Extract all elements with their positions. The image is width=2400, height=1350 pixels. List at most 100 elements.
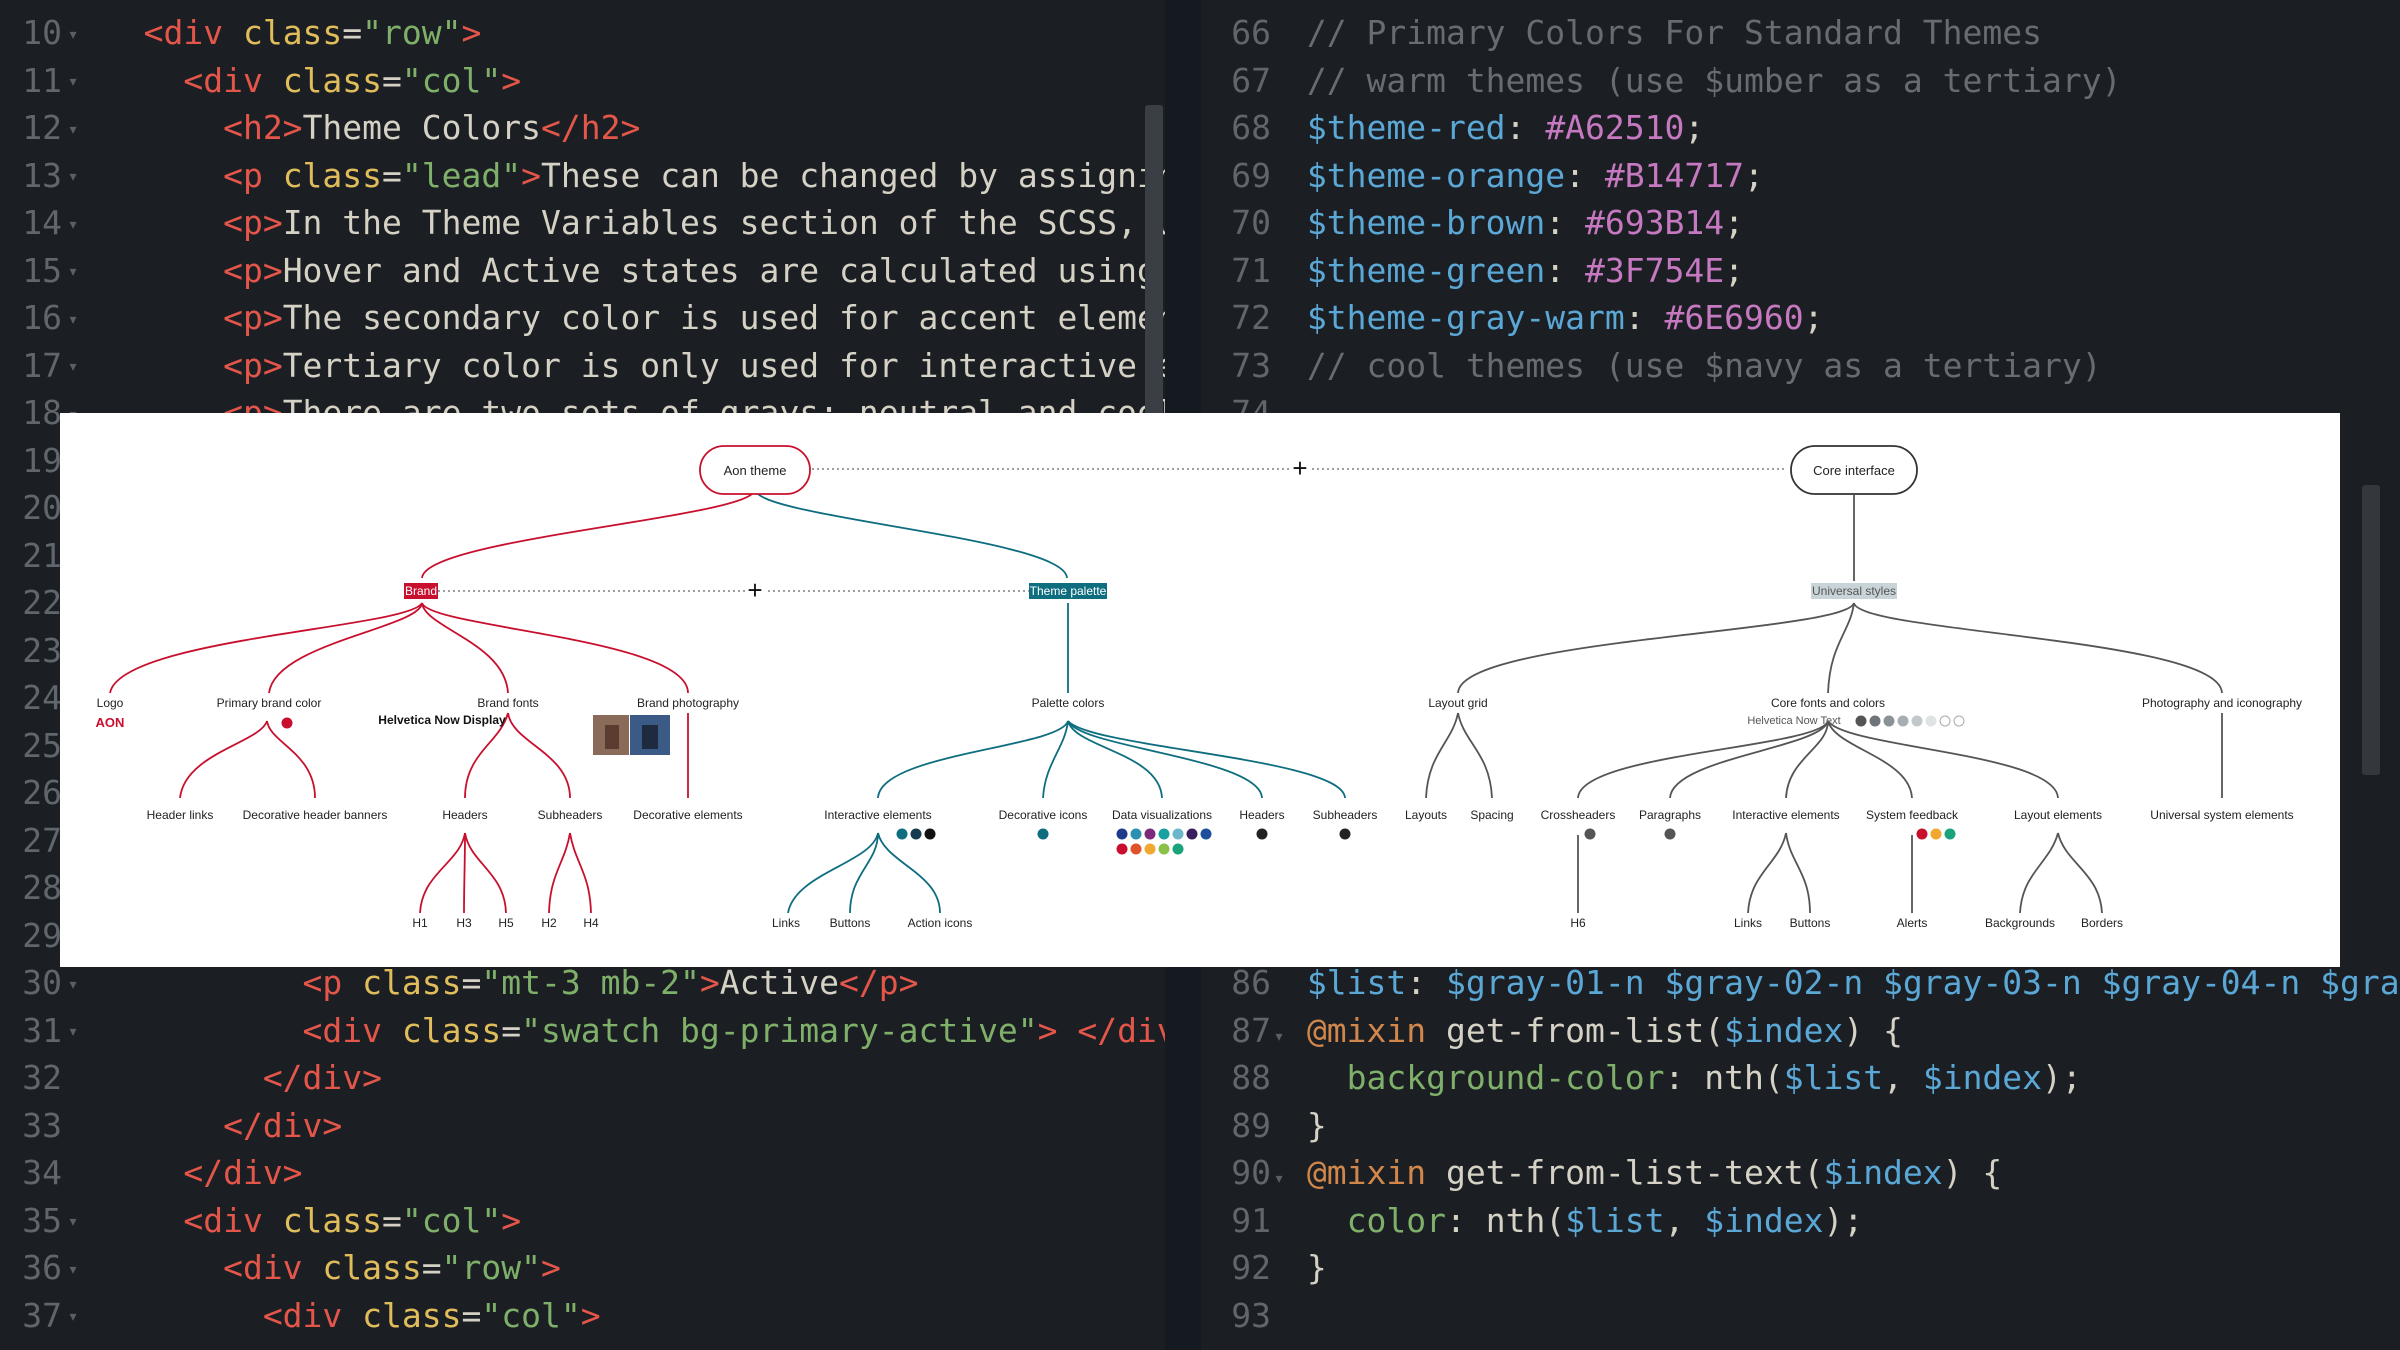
line-number: 92 <box>1231 1248 1271 1287</box>
code-token: ; <box>1743 155 1764 195</box>
helvetica-display-sample: Helvetica Now Display <box>378 713 506 727</box>
fold-arrow-icon[interactable]: ▾ <box>62 106 84 154</box>
code-line[interactable]: 73 // cool themes (use $navy as a tertia… <box>1201 342 2101 390</box>
fold-arrow-icon[interactable]: ▾ <box>62 1198 84 1246</box>
code-line[interactable]: 16 ▾ <p>The secondary color is used for a… <box>0 294 1165 342</box>
fold-arrow-icon[interactable]: ▾ <box>62 1246 84 1294</box>
core-buttons-label: Buttons <box>1790 916 1831 930</box>
code-token: : <box>1565 155 1605 195</box>
fold-arrow-icon[interactable]: ▾ <box>62 153 84 201</box>
decorative-elements-label: Decorative elements <box>633 808 742 822</box>
core-interactive-label: Interactive elements <box>1732 808 1839 822</box>
fold-arrow-icon[interactable]: ▾ <box>62 248 84 296</box>
fold-arrow-icon[interactable]: ▾ <box>62 1293 84 1341</box>
code-line[interactable]: 88 background-color: nth($list, $index); <box>1201 1054 2082 1102</box>
fold-arrow-icon[interactable]: ▾ <box>1271 1013 1287 1061</box>
code-line[interactable]: 32 </div> <box>0 1054 382 1102</box>
fold-arrow-icon[interactable]: ▾ <box>62 58 84 106</box>
code-line[interactable]: 87 ▾ @mixin get-from-list($index) { <box>1201 1007 1903 1055</box>
fold-arrow-icon[interactable]: ▾ <box>1271 1155 1287 1203</box>
fold-arrow-icon[interactable]: ▾ <box>62 11 84 59</box>
brand-fonts-label: Brand fonts <box>477 696 538 710</box>
code-line[interactable]: 71 $theme-green: #3F754E; <box>1201 247 1744 295</box>
line-number: 71 <box>1231 250 1271 290</box>
code-line[interactable]: 12 ▾ <h2>Theme Colors</h2> <box>0 104 640 152</box>
line-number: 27 <box>22 820 62 860</box>
code-line[interactable]: 69 $theme-orange: #B14717; <box>1201 152 1764 200</box>
brand-photography-label: Brand photography <box>637 696 739 710</box>
code-token: // Primary Colors For Standard Themes <box>1306 13 2042 52</box>
line-number: 23 <box>22 630 62 670</box>
code-line[interactable]: 89 } <box>1201 1102 1327 1150</box>
code-line[interactable]: 92 } <box>1201 1244 1327 1292</box>
system-feedback-label: System feedback <box>1866 808 1959 822</box>
code-token: "row" <box>362 13 462 52</box>
fold-arrow-icon[interactable]: ▾ <box>62 201 84 249</box>
code-token: </div> <box>262 1058 383 1097</box>
code-line[interactable]: 91 color: nth($list, $index); <box>1201 1197 1863 1245</box>
code-line[interactable]: 11 ▾ <div class="col"> <box>0 57 521 105</box>
layout-elements-label: Layout elements <box>2014 808 2102 822</box>
code-line[interactable]: 93 <box>1201 1292 1307 1340</box>
palette-links-label: Links <box>772 916 800 930</box>
data-viz-label: Data visualizations <box>1112 808 1212 822</box>
line-number: 87 <box>1231 1010 1271 1050</box>
code-line[interactable]: 17 ▾ <p>Tertiary color is only used for i… <box>0 342 1165 390</box>
decorative-icons-label: Decorative icons <box>999 808 1088 822</box>
code-line[interactable]: 72 $theme-gray-warm: #6E6960; <box>1201 294 1823 342</box>
theme-structure-diagram: + + Aon theme Core interface Brand Theme… <box>60 413 2340 967</box>
line-number: 25 <box>22 725 62 765</box>
code-line[interactable]: 70 $theme-brown: #693B14; <box>1201 199 1744 247</box>
code-token: </h2> <box>540 108 641 147</box>
primary-brand-color-label: Primary brand color <box>217 696 322 710</box>
line-number: 14 <box>22 203 62 242</box>
code-line[interactable]: 13 ▾ <p class="lead">These can be changed… <box>0 152 1165 200</box>
code-token: <div <box>262 1295 363 1335</box>
helvetica-text-sample: Helvetica Now Text <box>1747 715 1840 727</box>
code-token: These can be changed by assigning <box>541 155 1165 195</box>
code-token: #693B14 <box>1585 203 1725 242</box>
left-scrollbar[interactable] <box>1145 105 1163 415</box>
code-line[interactable]: 36 ▾ <div class="row"> <box>0 1244 561 1292</box>
code-line[interactable]: 35 ▾ <div class="col"> <box>0 1197 521 1245</box>
code-token: Theme Colors <box>302 108 541 147</box>
theme-palette-label: Theme palette <box>1030 584 1107 598</box>
fold-arrow-icon <box>1271 158 1287 206</box>
code-line[interactable]: 37 ▾ <div class="col"> <box>0 1292 600 1341</box>
code-line[interactable]: 33 </div> <box>0 1102 342 1150</box>
fold-arrow-icon[interactable]: ▾ <box>62 1008 84 1056</box>
code-line[interactable]: 15 ▾ <p>Hover and Active states are calcu… <box>0 247 1165 295</box>
code-token: > <box>699 963 720 1002</box>
code-line[interactable]: 31 ▾ <div class="swatch bg-primary-active… <box>0 1007 1165 1055</box>
code-token: @mixin <box>1306 1010 1446 1050</box>
code-line[interactable]: 68 $theme-red: #A62510; <box>1201 104 1704 152</box>
code-line[interactable]: 10 ▾ <div class="row"> <box>0 9 481 57</box>
right-scrollbar[interactable] <box>2362 485 2380 775</box>
code-token: $gray-01-n $gray-02-n $gray-03-n $gray-0… <box>1445 963 2400 1002</box>
code-line[interactable]: 66 // Primary Colors For Standard Themes <box>1201 9 2042 57</box>
fold-arrow-icon[interactable]: ▾ <box>62 296 84 344</box>
fold-arrow-icon[interactable]: ▾ <box>62 343 84 391</box>
code-token: ; <box>1724 250 1744 290</box>
code-token: "col" <box>401 60 502 100</box>
line-number: 29 <box>22 915 62 955</box>
alerts-label: Alerts <box>1897 916 1928 930</box>
line-number: 10 <box>22 13 62 52</box>
fold-arrow-icon <box>1271 300 1287 348</box>
code-line[interactable]: 67 // warm themes (use $umber as a terti… <box>1201 57 2121 105</box>
code-token: : <box>1545 203 1586 242</box>
code-line[interactable]: 90 ▾ @mixin get-from-list-text($index) { <box>1201 1149 2002 1197</box>
universal-styles-label: Universal styles <box>1812 584 1896 598</box>
code-line[interactable]: 14 ▾ <p>In the Theme Variables section of… <box>0 199 1165 247</box>
line-number: 88 <box>1231 1058 1271 1097</box>
fold-arrow-icon[interactable]: ▾ <box>62 961 84 1009</box>
fold-arrow-icon <box>1271 1298 1287 1346</box>
fold-arrow-icon <box>1271 63 1287 111</box>
code-token: <div <box>183 1200 283 1240</box>
layouts-label: Layouts <box>1405 808 1447 822</box>
fold-arrow-icon <box>1271 205 1287 253</box>
fold-arrow-icon <box>1271 1060 1287 1108</box>
code-token: <p <box>223 155 283 195</box>
code-line[interactable]: 34 </div> <box>0 1149 302 1197</box>
line-number: 73 <box>1231 345 1271 385</box>
